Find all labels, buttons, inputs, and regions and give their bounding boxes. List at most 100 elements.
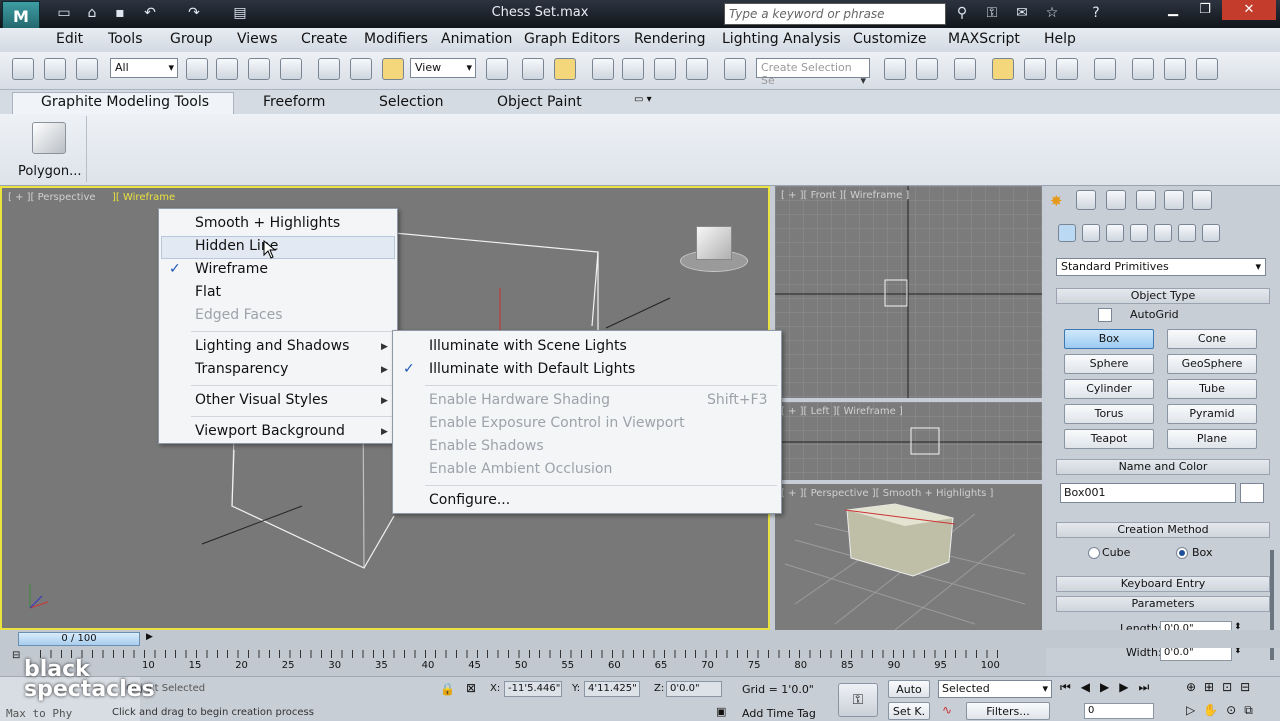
box-radio[interactable] — [1176, 547, 1188, 559]
cameras-icon[interactable] — [1130, 224, 1148, 242]
schematic-view-icon[interactable] — [1056, 58, 1078, 80]
viewport-label[interactable]: [ + ][ Front ][ Wireframe ] — [781, 190, 909, 201]
layer-manager-icon[interactable] — [954, 58, 976, 80]
move-icon[interactable] — [318, 58, 340, 80]
modify-tab-icon[interactable] — [1076, 190, 1096, 210]
menu-graph-editors[interactable]: Graph Editors — [524, 31, 620, 47]
binoculars-icon[interactable]: ⚲ — [952, 4, 972, 22]
viewport-label[interactable]: [ + ][ Left ][ Wireframe ] — [781, 406, 903, 417]
project-folder-icon[interactable]: ▤ — [230, 4, 250, 22]
menu-animation[interactable]: Animation — [441, 31, 512, 47]
reference-coordinate-dropdown[interactable]: View ▾ — [410, 58, 476, 78]
hierarchy-tab-icon[interactable] — [1106, 190, 1126, 210]
viewport-label[interactable]: [ + ][ Perspective ][ Smooth + Highlight… — [781, 488, 993, 499]
minimize-button[interactable]: ▁ — [1156, 0, 1190, 20]
polygon-modeling-icon[interactable] — [32, 122, 66, 154]
x-coordinate-field[interactable]: -11'5.446" — [504, 681, 562, 697]
menu-tools[interactable]: Tools — [108, 31, 143, 47]
manipulate-icon[interactable] — [522, 58, 544, 80]
geometry-icon[interactable] — [1058, 224, 1076, 242]
mirror-icon[interactable] — [884, 58, 906, 80]
undo-icon[interactable]: ↶ — [140, 4, 160, 22]
tab-graphite-modeling-tools[interactable]: Graphite Modeling Tools — [41, 94, 209, 110]
close-button[interactable]: ✕ — [1222, 0, 1276, 20]
tab-freeform[interactable]: Freeform — [263, 94, 325, 110]
tab-selection[interactable]: Selection — [379, 94, 444, 110]
box-button[interactable]: Box — [1064, 329, 1154, 349]
tube-button[interactable]: Tube — [1167, 379, 1257, 399]
auto-key-button[interactable]: Auto — [888, 680, 930, 698]
key-icon[interactable]: ⚿ — [982, 4, 1002, 22]
object-name-input[interactable]: Box001 — [1060, 483, 1236, 503]
selection-filter-dropdown[interactable]: All ▾ — [110, 58, 178, 78]
shapes-icon[interactable] — [1082, 224, 1100, 242]
rectangular-selection-icon[interactable] — [248, 58, 270, 80]
key-filter-dropdown[interactable]: Selected ▾ — [938, 680, 1052, 698]
time-tag-icon[interactable]: ▣ — [716, 705, 726, 718]
pyramid-button[interactable]: Pyramid — [1167, 404, 1257, 424]
perspective-small-viewport[interactable]: [ + ][ Perspective ][ Smooth + Highlight… — [775, 484, 1042, 630]
menu-item-transparency[interactable]: Transparency — [195, 361, 288, 377]
save-icon[interactable]: ▪ — [110, 4, 130, 22]
new-file-icon[interactable]: ▭ — [54, 4, 74, 22]
select-by-name-icon[interactable] — [216, 58, 238, 80]
edit-named-selection-icon[interactable] — [724, 58, 746, 80]
submenu-item-scene-lights[interactable]: Illuminate with Scene Lights — [429, 338, 627, 354]
playback-controls-icon[interactable]: ⏮◀▶▶⏭ — [1060, 680, 1159, 695]
plane-button[interactable]: Plane — [1167, 429, 1257, 449]
menu-item-wireframe[interactable]: Wireframe — [195, 261, 268, 277]
systems-icon[interactable] — [1202, 224, 1220, 242]
cone-button[interactable]: Cone — [1167, 329, 1257, 349]
angle-snap-icon[interactable] — [622, 58, 644, 80]
open-file-icon[interactable]: ⌂ — [82, 4, 102, 22]
viewcube-icon[interactable] — [680, 224, 748, 274]
render-setup-icon[interactable] — [1132, 58, 1154, 80]
select-object-icon[interactable] — [186, 58, 208, 80]
lock-selection-icon[interactable]: 🔒 — [440, 682, 455, 696]
align-icon[interactable] — [916, 58, 938, 80]
spinner-snap-icon[interactable] — [686, 58, 708, 80]
percent-snap-icon[interactable] — [654, 58, 676, 80]
key-filters-button[interactable]: Filters... — [966, 702, 1050, 720]
menu-item-viewport-background[interactable]: Viewport Background — [195, 423, 345, 439]
maxscript-mini-listener[interactable]: Max to Phy — [6, 707, 72, 720]
communication-icon[interactable]: ✉ — [1012, 4, 1032, 22]
select-and-link-icon[interactable] — [12, 58, 34, 80]
view-navigation-icon[interactable]: ▷✋⊙⧉ — [1186, 703, 1261, 718]
object-color-swatch[interactable] — [1240, 483, 1264, 503]
keyboard-shortcut-override-icon[interactable] — [554, 58, 576, 80]
front-viewport[interactable]: [ + ][ Front ][ Wireframe ] — [775, 186, 1042, 398]
navigation-controls-icon[interactable]: ⊕⊞⊡⊟ — [1186, 680, 1258, 694]
rollout-name-and-color[interactable]: Name and Color — [1056, 459, 1270, 475]
menu-item-other-visual-styles[interactable]: Other Visual Styles — [195, 392, 328, 408]
submenu-item-configure[interactable]: Configure... — [429, 492, 510, 508]
menu-help[interactable]: Help — [1044, 31, 1076, 47]
menu-customize[interactable]: Customize — [853, 31, 927, 47]
search-input[interactable]: Type a keyword or phrase — [724, 3, 946, 25]
maximize-button[interactable]: ❐ — [1188, 0, 1222, 20]
add-time-tag-button[interactable]: Add Time Tag — [742, 707, 816, 720]
left-viewport[interactable]: [ + ][ Left ][ Wireframe ] — [775, 402, 1042, 480]
primitive-type-dropdown[interactable]: Standard Primitives ▾ — [1056, 258, 1266, 276]
z-coordinate-field[interactable]: 0'0.0" — [666, 681, 722, 697]
unlink-icon[interactable] — [44, 58, 66, 80]
display-tab-icon[interactable] — [1164, 190, 1184, 210]
rendered-frame-window-icon[interactable] — [1164, 58, 1186, 80]
rollout-parameters[interactable]: Parameters — [1056, 596, 1270, 612]
helpers-icon[interactable] — [1154, 224, 1172, 242]
named-selection-sets-dropdown[interactable]: Create Selection Se ▾ — [756, 58, 870, 87]
menu-edit[interactable]: Edit — [56, 31, 83, 47]
cube-radio[interactable] — [1088, 547, 1100, 559]
torus-button[interactable]: Torus — [1064, 404, 1154, 424]
time-slider-thumb[interactable]: 0 / 100 — [18, 632, 140, 646]
autogrid-checkbox[interactable] — [1098, 308, 1112, 322]
create-tab-icon[interactable]: ✸ — [1050, 192, 1063, 210]
scale-icon[interactable] — [382, 58, 404, 80]
menu-lighting-analysis[interactable]: Lighting Analysis — [722, 31, 841, 47]
set-key-icon[interactable]: ⚿ — [838, 683, 878, 717]
bind-space-warp-icon[interactable] — [76, 58, 98, 80]
current-frame-field[interactable]: 0 — [1084, 703, 1154, 719]
sphere-button[interactable]: Sphere — [1064, 354, 1154, 374]
material-editor-icon[interactable] — [1094, 58, 1116, 80]
tab-object-paint[interactable]: Object Paint — [497, 94, 582, 110]
